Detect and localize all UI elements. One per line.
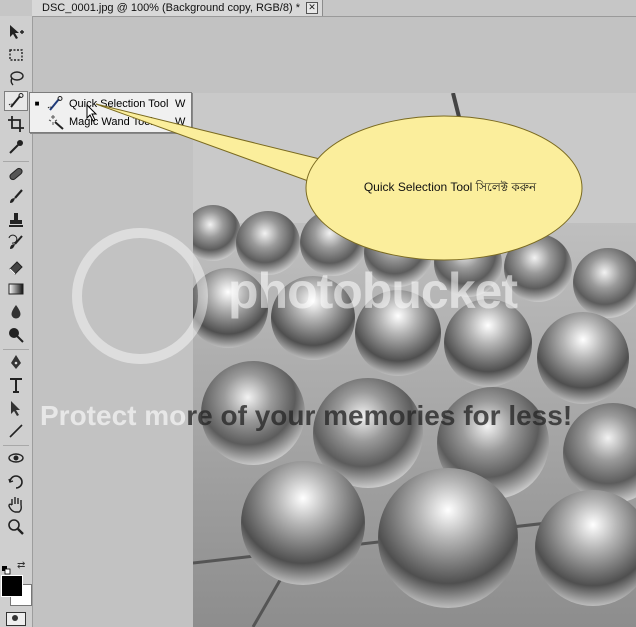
mouse-cursor-icon bbox=[86, 104, 98, 122]
callout-balloon bbox=[95, 103, 583, 261]
callout-text: Quick Selection Tool সিলেক্ট করুন bbox=[363, 180, 537, 194]
